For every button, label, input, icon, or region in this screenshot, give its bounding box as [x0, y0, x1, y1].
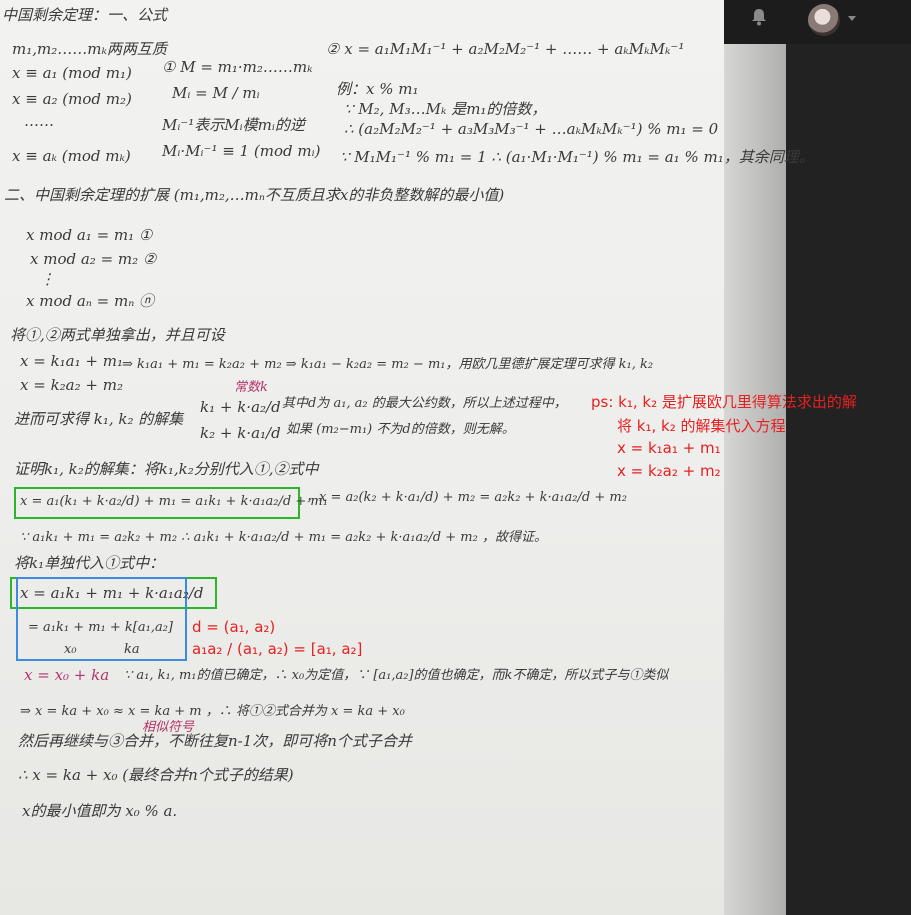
- note-line: x的最小值即为 x₀ % a.: [22, 802, 178, 820]
- note-line: m₁,m₂……mₖ两两互质: [12, 40, 167, 58]
- note-line: 进而可求得 k₁, k₂ 的解集: [14, 410, 184, 428]
- note-line: 然后再继续与③合并，不断往复n-1次，即可将n个式子合并: [18, 732, 412, 750]
- note-line: 证明k₁, k₂的解集：将k₁,k₂分别代入①,②式中: [14, 460, 319, 478]
- note-line: ∴ x = ka + x₀ (最终合并n个式子的结果): [18, 766, 294, 784]
- ps-annotation-line: x = k₁a₁ + m₁: [617, 439, 721, 457]
- note-line: x = a₁k₁ + m₁ + k·a₁a₂/d: [20, 584, 204, 602]
- note-line: 如果 (m₂−m₁) 不为d的倍数，则无解。: [286, 422, 515, 437]
- lcm-definition: a₁a₂ / (a₁, a₂) = [a₁, a₂]: [192, 640, 363, 658]
- note-line: ② x = a₁M₁M₁⁻¹ + a₂M₂M₂⁻¹ + …… + aₖMₖMₖ⁻…: [326, 40, 685, 58]
- note-line: ∵ a₁k₁ + m₁ = a₂k₂ + m₂ ∴ a₁k₁ + k·a₁a₂/…: [20, 530, 547, 545]
- note-line: x ≡ a₁ (mod m₁): [12, 64, 132, 82]
- note-line: x = k₂a₂ + m₂: [20, 376, 123, 394]
- note-line: ⋮: [40, 270, 55, 288]
- note-line: ① M = m₁·m₂……mₖ: [162, 58, 313, 76]
- section-title: 二、中国剩余定理的扩展 (m₁,m₂,…mₙ不互质且求x的非负整数解的最小值): [4, 186, 505, 204]
- note-line: 将k₁单独代入①式中：: [14, 554, 165, 572]
- bell-icon[interactable]: [749, 7, 769, 27]
- avatar[interactable]: [808, 4, 840, 36]
- note-line: ka: [124, 642, 140, 657]
- note-line: x mod a₂ = m₂ ②: [30, 250, 157, 268]
- note-line: ⇒ k₁a₁ + m₁ = k₂a₂ + m₂ ⇒ k₁a₁ − k₂a₂ = …: [122, 357, 654, 372]
- note-line: Mᵢ⁻¹表示Mᵢ模mᵢ的逆: [162, 116, 305, 134]
- note-line: ⇒ x = ka + x₀ ≈ x = ka + m ，∴ 将①②式合并为 x …: [20, 704, 405, 719]
- note-title: 中国剩余定理：一、公式: [2, 6, 168, 24]
- note-line: Mᵢ = M / mᵢ: [172, 84, 260, 102]
- note-photo-edge: [724, 44, 786, 915]
- note-line: x ≡ a₂ (mod m₂): [12, 90, 132, 108]
- note-line: x = k₁a₁ + m₁: [20, 352, 123, 370]
- ps-annotation-line: x = k₂a₂ + m₂: [617, 462, 721, 480]
- note-line: x₀: [64, 642, 77, 657]
- note-line: 其中d为 a₁, a₂ 的最大公约数，所以上述过程中，: [282, 396, 567, 411]
- note-line: 例：x % m₁: [336, 80, 419, 98]
- note-line: Mᵢ·Mᵢ⁻¹ ≡ 1 (mod mᵢ): [162, 142, 321, 160]
- ps-annotation-line: 将 k₁, k₂ 的解集代入方程: [617, 417, 786, 435]
- ps-annotation-line: ps: k₁, k₂ 是扩展欧几里得算法求出的解: [591, 393, 857, 411]
- note-line: ，x = a₂(k₂ + k·a₁/d) + m₂ = a₂k₂ + k·a₁a…: [306, 490, 627, 505]
- note-line: x = a₁(k₁ + k·a₂/d) + m₁ = a₁k₁ + k·a₁a₂…: [20, 494, 328, 509]
- note-line: ∵ a₁, k₁, m₁的值已确定，∴ x₀为定值，∵ [a₁,a₂]的值也确定…: [124, 668, 669, 683]
- right-panel: [786, 44, 911, 915]
- note-line: ∴ (a₂M₂M₂⁻¹ + a₃M₃M₃⁻¹ + …aₖMₖMₖ⁻¹) % m₁…: [344, 120, 719, 138]
- note-line: x mod a₁ = m₁ ①: [26, 226, 153, 244]
- note-line: k₂ + k·a₁/d: [200, 424, 281, 442]
- note-annotation: 常数k: [234, 380, 268, 395]
- note-line: k₁ + k·a₂/d: [200, 398, 281, 416]
- note-line: ……: [24, 112, 54, 130]
- note-line: x ≡ aₖ (mod mₖ): [12, 147, 131, 165]
- chevron-down-icon[interactable]: [848, 16, 856, 21]
- note-line: x mod aₙ = mₙ ⓝ: [26, 292, 155, 310]
- note-line: x = x₀ + ka: [24, 666, 110, 684]
- note-line: = a₁k₁ + m₁ + k[a₁,a₂]: [28, 620, 174, 635]
- note-line: 将①,②两式单独拿出，并且可设: [10, 326, 225, 344]
- note-line: ∵ M₁M₁⁻¹ % m₁ = 1 ∴ (a₁·M₁·M₁⁻¹) % m₁ = …: [340, 148, 814, 166]
- d-definition: d = (a₁, a₂): [192, 618, 276, 636]
- note-line: ∵ M₂, M₃…Mₖ 是m₁的倍数，: [344, 100, 547, 118]
